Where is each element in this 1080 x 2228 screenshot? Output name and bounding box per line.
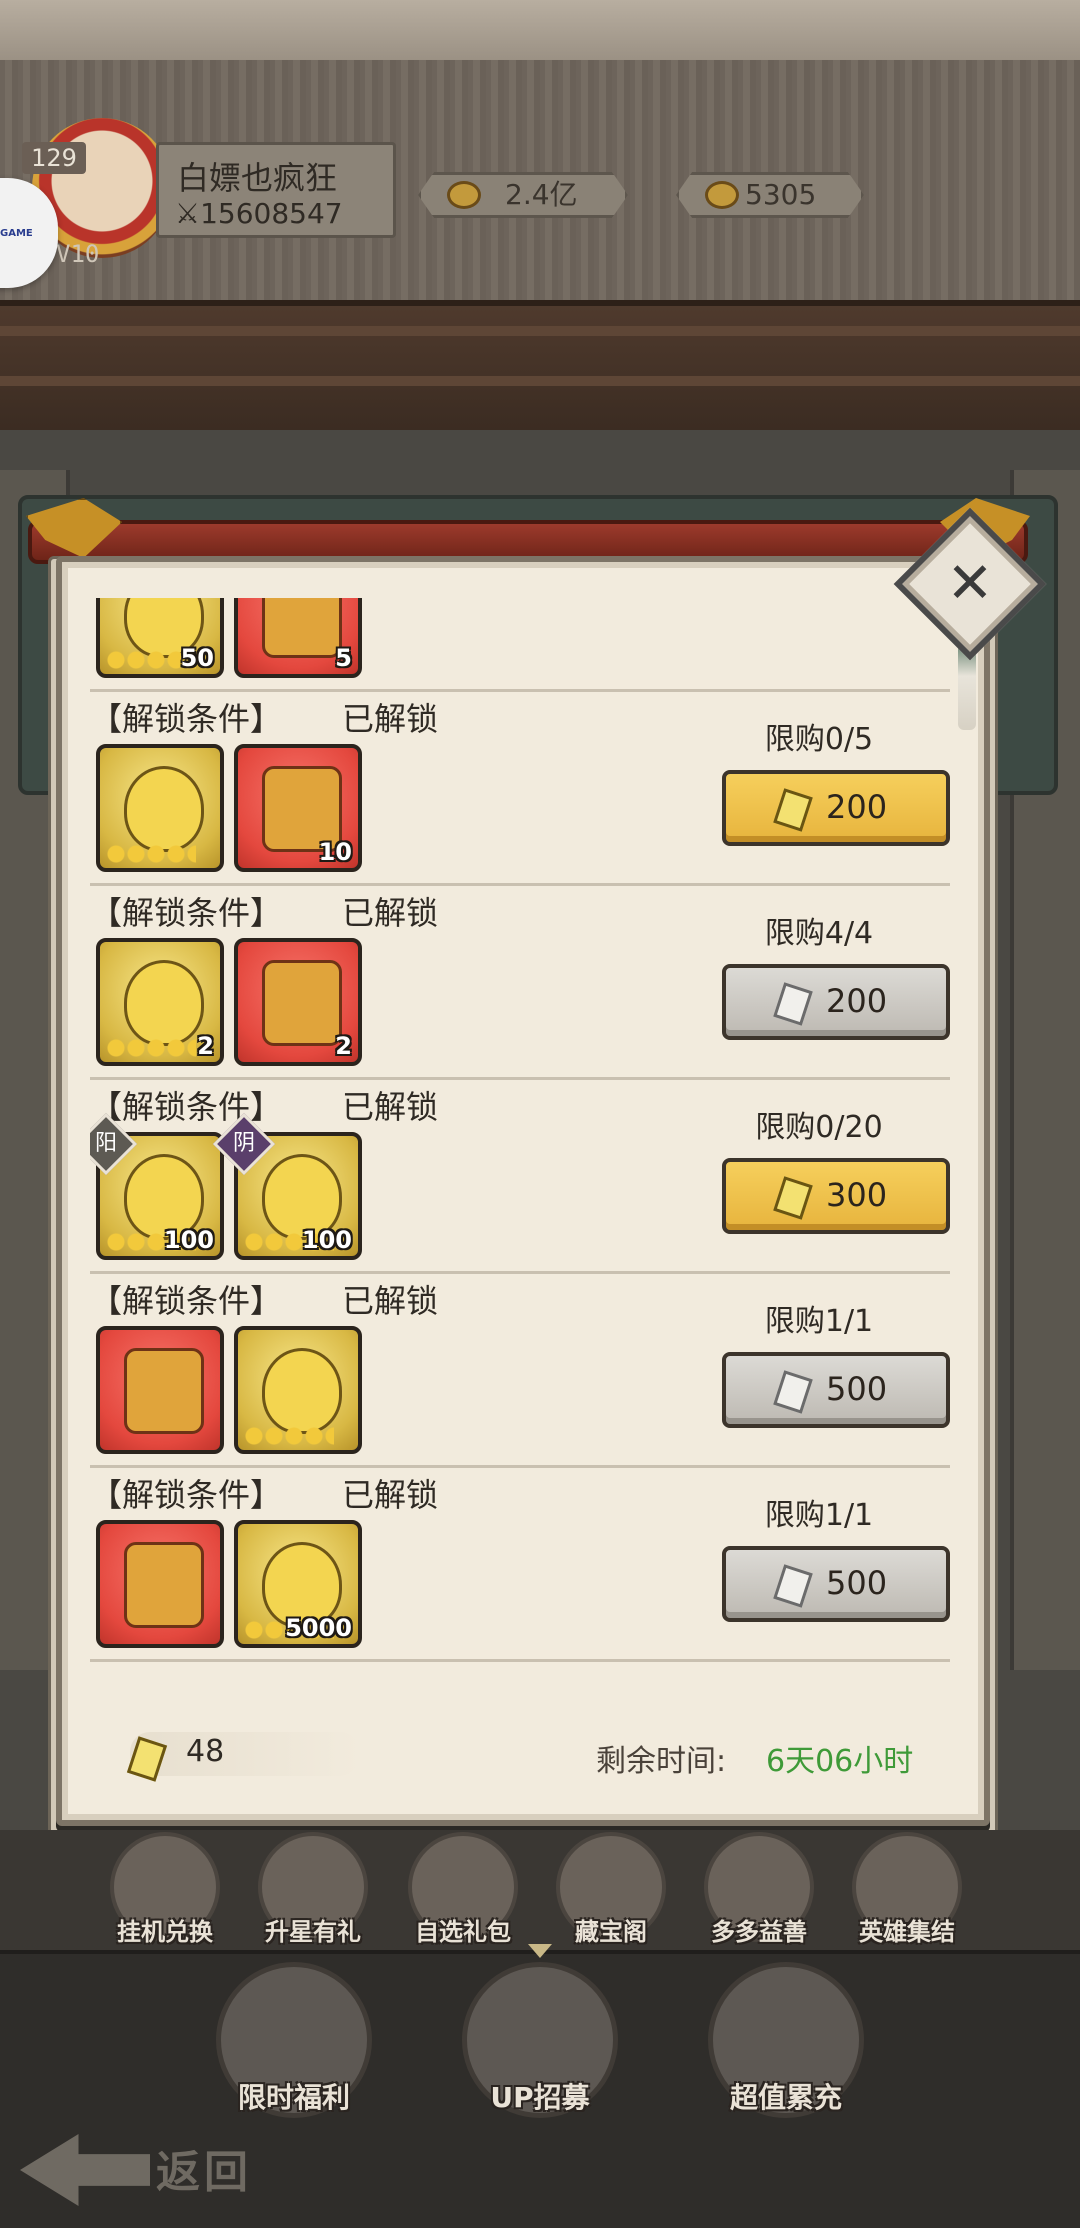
remaining-time-value: 6天06小时 — [766, 1744, 914, 1779]
treasure-chest-icon[interactable] — [96, 1326, 224, 1454]
price: 500 — [826, 1370, 888, 1408]
lucky-bag-icon[interactable] — [234, 1326, 362, 1454]
item-quantity: 100 — [301, 1226, 352, 1254]
unlock-condition-value: 已解锁 — [342, 700, 439, 738]
player-power: ⚔15608547 — [175, 197, 343, 230]
hero-fragment-icon[interactable]: 2 — [96, 938, 224, 1066]
purchase-limit: 限购4/4 — [764, 916, 874, 951]
purchase-limit: 限购0/5 — [764, 722, 874, 757]
nav-select-pack[interactable]: 自选礼包 — [398, 1832, 528, 1946]
unlock-condition-value: 已解锁 — [342, 1282, 439, 1320]
reward-row: 【解锁条件】 已解锁阳 100 阴 100 限购0/20 300 — [90, 1080, 950, 1274]
ticket-icon — [773, 788, 813, 832]
player-name: 白嫖也疯狂 — [177, 159, 338, 197]
unlock-condition-value: 已解锁 — [342, 1476, 439, 1514]
price: 200 — [826, 788, 888, 826]
unlock-condition-value: 已解锁 — [342, 894, 439, 932]
item-quantity: 5 — [335, 644, 352, 672]
item-quantity: 5000 — [285, 1614, 352, 1642]
back-arrow-icon — [20, 2134, 150, 2206]
reward-row: 50 5 — [90, 598, 950, 692]
buy-button[interactable]: 500 — [722, 1546, 950, 1622]
coin-counter[interactable]: 2.4亿 — [418, 172, 628, 218]
hero-fragment-icon[interactable] — [96, 744, 224, 872]
ticket-icon — [773, 1370, 813, 1414]
nav-treasure-pavilion[interactable]: 藏宝阁 — [546, 1832, 676, 1946]
ingot-icon — [705, 181, 739, 209]
reward-list[interactable]: 50 5 【解锁条件】 已解锁 10 限购0/5 200 【解锁条件】 已解锁 2 2 限购4/4 20… — [90, 598, 950, 1672]
reward-row: 【解锁条件】 已解锁限购1/1 500 — [90, 1274, 950, 1468]
vip-level: V10 — [56, 240, 100, 268]
nav-limited-welfare[interactable]: 限时福利 — [216, 1962, 372, 2118]
item-quantity: 2 — [197, 1032, 214, 1060]
reward-row: 【解锁条件】 已解锁 5000 限购1/1 500 — [90, 1468, 950, 1662]
purchase-limit: 限购1/1 — [764, 1498, 874, 1533]
red-charm-icon[interactable]: 5 — [234, 598, 362, 678]
unlock-condition-label: 【解锁条件】 — [90, 700, 283, 738]
buy-button[interactable]: 200 — [722, 770, 950, 846]
item-quantity: 2 — [335, 1032, 352, 1060]
ingot-counter[interactable]: 5305 — [676, 172, 864, 218]
unlock-condition-label: 【解锁条件】 — [90, 1282, 283, 1320]
reward-row: 【解锁条件】 已解锁 10 限购0/5 200 — [90, 692, 950, 886]
ticket-icon — [773, 982, 813, 1026]
reward-row: 【解锁条件】召唤2236/3000次限购0/3 — [90, 1662, 950, 1672]
red-gem-icon[interactable]: 5000 — [234, 1520, 362, 1648]
unlock-condition-value: 已解锁 — [342, 1088, 439, 1126]
ticket-icon — [773, 1176, 813, 1220]
red-charm-icon[interactable]: 10 — [234, 744, 362, 872]
silver-chest-icon[interactable] — [96, 1520, 224, 1648]
item-quantity: 100 — [163, 1226, 214, 1254]
coin-icon — [447, 181, 481, 209]
lion-chest-icon[interactable]: 2 — [234, 938, 362, 1066]
unlock-condition-value: 召唤2236/3000次 — [342, 1664, 612, 1672]
unlock-condition-label: 【解锁条件】 — [90, 1476, 283, 1514]
ingot-amount: 5305 — [745, 178, 817, 211]
purchase-limit: 限购1/1 — [764, 1304, 874, 1339]
back-button[interactable]: 返回 — [20, 2128, 300, 2212]
unlock-condition-label: 【解锁条件】 — [90, 894, 283, 932]
purchase-limit: 限购0/20 — [755, 1110, 883, 1145]
ticket-balance: 48 — [186, 1734, 225, 1769]
hero-fragment-icon[interactable]: 50 — [96, 598, 224, 678]
price: 300 — [826, 1176, 888, 1214]
nav-hero-gathering[interactable]: 英雄集结 — [842, 1832, 972, 1946]
unlock-condition-label: 【解锁条件】 — [90, 1664, 282, 1672]
player-name-plate[interactable]: 白嫖也疯狂 ⚔15608547 — [156, 142, 396, 238]
item-quantity: 10 — [318, 838, 352, 866]
coin-amount: 2.4亿 — [505, 178, 578, 211]
player-level-badge: 129 — [22, 142, 86, 174]
price: 200 — [826, 982, 888, 1020]
nav-up-recruit[interactable]: UP招募 — [462, 1962, 618, 2118]
nav-idle-exchange[interactable]: 挂机兑换 — [100, 1832, 230, 1946]
buy-button[interactable]: 200 — [722, 964, 950, 1040]
price: 500 — [826, 1564, 888, 1602]
buy-button[interactable]: 500 — [722, 1352, 950, 1428]
nav-star-gift[interactable]: 升星有礼 — [248, 1832, 378, 1946]
reward-row: 【解锁条件】 已解锁 2 2 限购4/4 200 — [90, 886, 950, 1080]
panel-footer: 48 剩余时间: 6天06小时 — [90, 1720, 950, 1800]
item-quantity: 50 — [180, 644, 214, 672]
background-eaves — [0, 300, 1080, 430]
ticket-icon — [773, 1564, 813, 1608]
buy-button[interactable]: 300 — [722, 1158, 950, 1234]
chevron-down-icon — [528, 1944, 552, 1958]
remaining-time-label: 剩余时间: — [596, 1744, 727, 1779]
nav-more-benefits[interactable]: 多多益善 — [694, 1832, 824, 1946]
nav-value-recharge[interactable]: 超值累充 — [708, 1962, 864, 2118]
